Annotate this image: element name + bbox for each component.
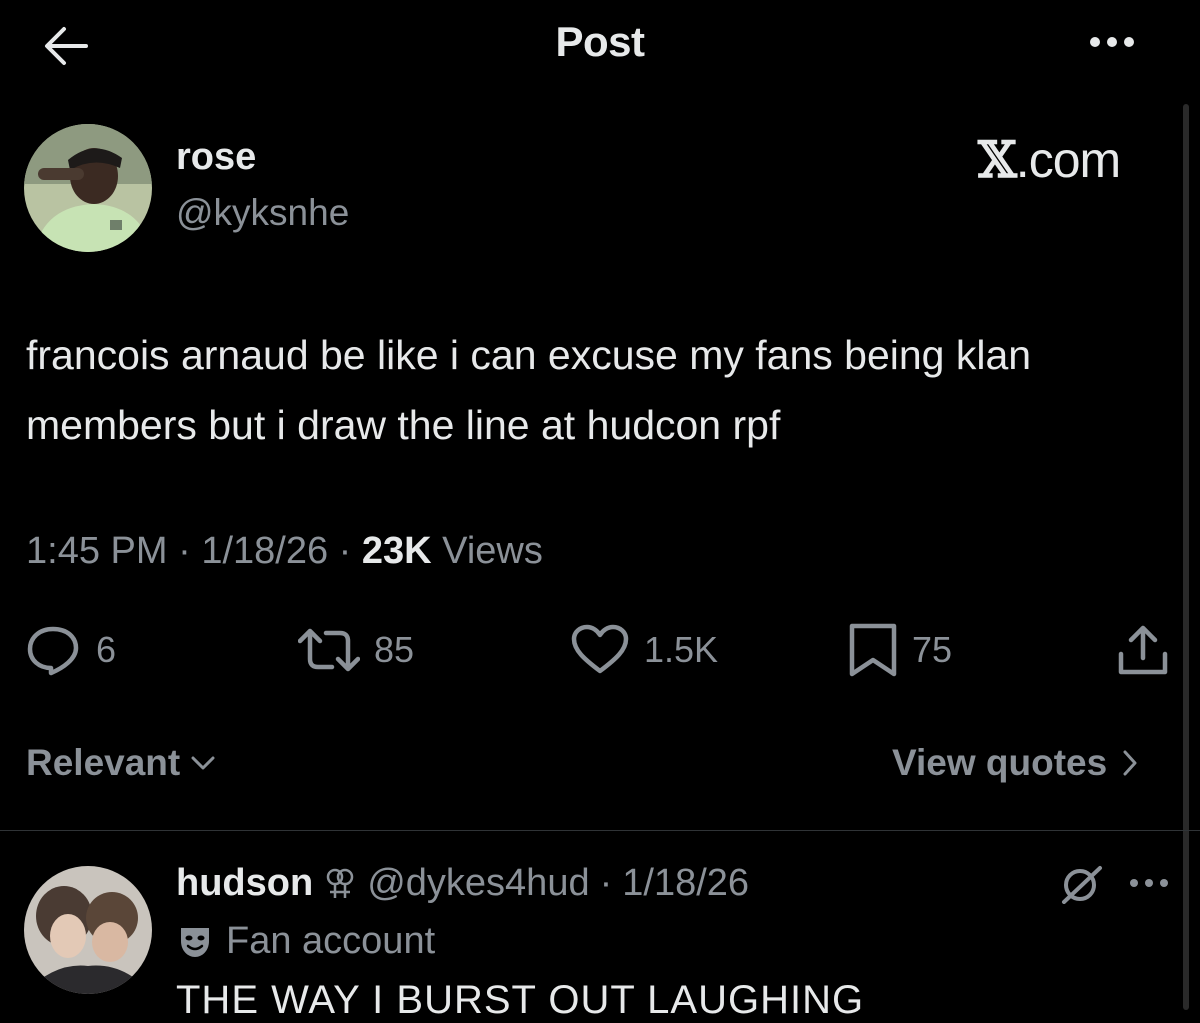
author-name[interactable]: rose	[176, 136, 256, 179]
repost-icon	[298, 628, 360, 672]
reply-button[interactable]: 6	[24, 618, 116, 682]
heart-icon	[571, 624, 629, 674]
like-button[interactable]: 1.5K	[570, 618, 718, 682]
like-count: 1.5K	[644, 629, 719, 670]
scrollbar[interactable]	[1183, 104, 1189, 1010]
chevron-down-icon	[191, 756, 215, 770]
reply-count: 6	[96, 629, 117, 670]
chevron-right-icon	[1123, 750, 1137, 776]
page-title: Post	[555, 18, 645, 65]
repost-button[interactable]: 85	[298, 618, 414, 682]
reply-author-handle[interactable]: @dykes4hud	[367, 862, 589, 905]
grok-icon[interactable]	[1056, 864, 1108, 904]
x-logo-icon: 𝕏	[978, 130, 1017, 189]
bookmark-icon	[849, 623, 897, 677]
post-date: 1/18/26	[201, 530, 329, 572]
repost-count: 85	[374, 629, 415, 670]
reply-more-icon[interactable]	[1126, 868, 1172, 898]
reply-date: 1/18/26	[622, 862, 750, 904]
post-meta: 1:45 PM · 1/18/26 · 23K Views	[26, 530, 543, 573]
avatar[interactable]	[24, 124, 152, 252]
x-com-watermark: 𝕏.com	[978, 130, 1121, 189]
sort-label: Relevant	[26, 742, 181, 783]
view-quotes-link[interactable]: View quotes	[892, 742, 1139, 784]
badge-label: Fan account	[226, 920, 436, 962]
post-time: 1:45 PM	[26, 530, 168, 572]
fan-account-badge: Fan account	[176, 920, 435, 963]
author-handle[interactable]: @kyksnhe	[176, 192, 349, 234]
meta-separator: ·	[338, 530, 352, 572]
women-symbol-icon	[326, 868, 354, 898]
views-label: Views	[442, 530, 543, 572]
reply-header: hudson @dykes4hud · 1/18/26	[176, 862, 749, 905]
meta-separator: ·	[178, 530, 191, 572]
reply-text: THE WAY I BURST OUT LAUGHING	[176, 978, 865, 1022]
reply-icon	[27, 626, 79, 676]
reply-avatar[interactable]	[24, 866, 152, 994]
share-icon	[1118, 625, 1168, 675]
views-count: 23K	[361, 530, 432, 572]
share-button[interactable]	[1116, 618, 1170, 682]
reply-author-name[interactable]: hudson	[176, 862, 313, 905]
reply-separator: ·	[599, 862, 613, 904]
theater-mask-icon	[181, 927, 209, 957]
sort-relevant-button[interactable]: Relevant	[26, 742, 216, 784]
view-quotes-label: View quotes	[892, 742, 1108, 783]
post-text: francois arnaud be like i can excuse my …	[26, 332, 1032, 448]
bookmark-button[interactable]: 75	[848, 618, 952, 682]
more-options-icon[interactable]	[1082, 20, 1142, 60]
bookmark-count: 75	[912, 629, 953, 670]
divider	[0, 830, 1200, 831]
watermark-suffix: .com	[1015, 132, 1121, 188]
